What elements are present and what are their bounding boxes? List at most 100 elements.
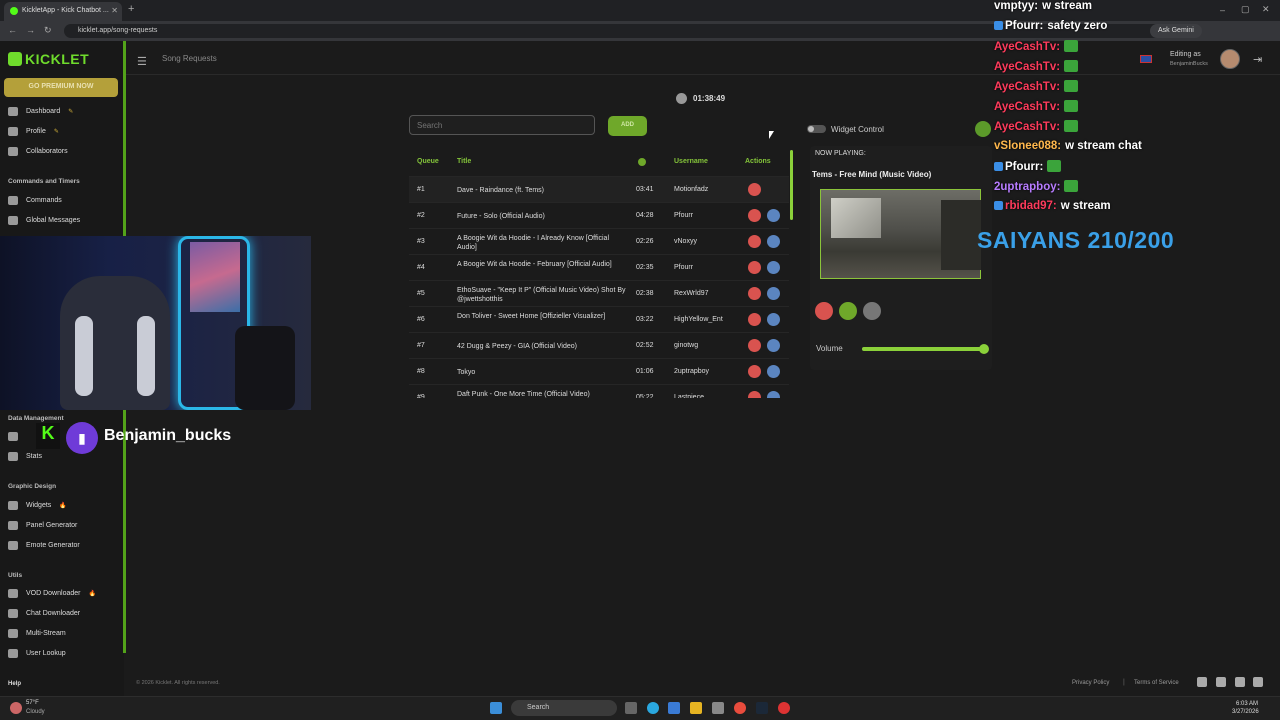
requester-username: 2uptrapboy [674, 368, 710, 375]
move-up-button[interactable] [767, 365, 780, 378]
sidebar-item-collaborators[interactable]: Collaborators [8, 147, 68, 156]
sidebar-item-multi-stream[interactable]: Multi-Stream [8, 629, 66, 638]
refresh-icon[interactable] [975, 121, 991, 137]
volume-fill [862, 347, 984, 351]
sidebar-item-emote-generator[interactable]: Emote Generator [8, 541, 80, 550]
start-icon[interactable] [490, 702, 502, 714]
pause-button[interactable] [863, 302, 881, 320]
song-duration: 05:22 [636, 394, 654, 398]
widget-control-toggle[interactable] [807, 125, 826, 133]
volume-slider[interactable] [862, 347, 986, 351]
footer-divider: | [1123, 679, 1125, 686]
table-row[interactable]: #3 A Boogie Wit da Hoodie - I Already Kno… [409, 228, 789, 254]
docs-icon[interactable] [1253, 677, 1263, 687]
delete-button[interactable] [748, 391, 761, 398]
avatar[interactable] [1220, 49, 1240, 69]
weather-icon[interactable] [10, 702, 22, 714]
go-premium-button[interactable]: GO PREMIUM NOW [4, 78, 118, 97]
taskbar-search[interactable]: Search [511, 700, 617, 716]
ask-gemini-button[interactable]: Ask Gemini [1150, 24, 1202, 38]
now-playing-song: Tems - Free Mind (Music Video) [812, 170, 932, 179]
table-scrollbar[interactable] [790, 150, 793, 220]
move-up-button[interactable] [767, 261, 780, 274]
sidebar-item-chat-downloader[interactable]: Chat Downloader [8, 609, 80, 618]
new-tab-icon[interactable]: + [128, 3, 134, 15]
move-up-button[interactable] [767, 209, 780, 222]
copilot-icon[interactable] [668, 702, 680, 714]
forward-icon[interactable]: → [26, 25, 35, 35]
steam-icon[interactable] [756, 702, 768, 714]
help-link[interactable]: Help [8, 681, 21, 687]
edge-icon[interactable] [647, 702, 659, 714]
discord-icon[interactable] [1197, 677, 1207, 687]
delete-button[interactable] [748, 313, 761, 326]
privacy-policy-link[interactable]: Privacy Policy [1072, 680, 1109, 686]
table-row[interactable]: #7 42 Dugg & Peezy - GIA (Official Video)… [409, 332, 789, 358]
settings-icon[interactable] [712, 702, 724, 714]
song-duration: 02:26 [636, 238, 654, 245]
sidebar-item-link[interactable] [8, 432, 18, 441]
back-icon[interactable]: ← [8, 25, 17, 35]
kick-icon[interactable] [1216, 677, 1226, 687]
task-view-icon[interactable] [625, 702, 637, 714]
uk-flag-icon[interactable] [1140, 55, 1152, 63]
table-row[interactable]: #2 Future - Solo (Official Audio) 04:28 Pfo… [409, 202, 789, 228]
mouse-cursor [769, 131, 774, 139]
search-input[interactable] [409, 115, 595, 135]
delete-button[interactable] [748, 235, 761, 248]
weather-temp: 57°F [26, 700, 39, 706]
sidebar-item-global-messages[interactable]: Global Messages [8, 216, 80, 225]
table-row[interactable]: #1 Dave - Raindance (ft. Tems) 03:41 Motion… [409, 176, 789, 202]
volume-handle[interactable] [979, 344, 989, 354]
kicklet-logo[interactable]: KICKLET [8, 51, 89, 67]
reload-icon[interactable]: ↻ [44, 25, 52, 36]
stop-button[interactable] [815, 302, 833, 320]
minimize-icon[interactable]: – [1220, 5, 1225, 15]
table-row[interactable]: #6 Don Toliver - Sweet Home [Offizieller … [409, 306, 789, 332]
x-icon[interactable] [1235, 677, 1245, 687]
sidebar-item-user-lookup[interactable]: User Lookup [8, 649, 66, 658]
move-up-button[interactable] [767, 287, 780, 300]
queue-position: #1 [417, 186, 425, 193]
sidebar-item-stats[interactable]: Stats [8, 452, 42, 461]
move-up-button[interactable] [767, 339, 780, 352]
terms-link[interactable]: Terms of Service [1134, 680, 1179, 686]
song-request-table: #1 Dave - Raindance (ft. Tems) 03:41 Motion… [409, 176, 789, 398]
menu-toggle-icon[interactable]: ☰ [137, 55, 147, 68]
move-up-button[interactable] [767, 235, 780, 248]
add-button[interactable]: ADD [608, 116, 647, 136]
requester-username: HighYellow_Ent [674, 316, 723, 323]
file-explorer-icon[interactable] [690, 702, 702, 714]
sidebar-item-dashboard[interactable]: Dashboard ✎ [8, 107, 73, 116]
move-up-button[interactable] [767, 313, 780, 326]
move-up-button[interactable] [767, 391, 780, 398]
delete-button[interactable] [748, 261, 761, 274]
play-button[interactable] [839, 302, 857, 320]
song-title: A Boogie Wit da Hoodie - I Already Know … [457, 235, 610, 251]
table-row[interactable]: #8 Tokyo 01:06 2uptrapboy [409, 358, 789, 384]
delete-button[interactable] [748, 339, 761, 352]
logout-icon[interactable]: ⇥ [1253, 53, 1262, 66]
sidebar-item-profile[interactable]: Profile ✎ [8, 127, 59, 136]
delete-button[interactable] [748, 365, 761, 378]
sidebar-item-panel-generator[interactable]: Panel Generator [8, 521, 77, 530]
delete-button[interactable] [748, 287, 761, 300]
monitor-icon [8, 629, 18, 638]
song-title: A Boogie Wit da Hoodie - February [Offic… [457, 261, 612, 268]
sidebar-item-commands[interactable]: Commands [8, 196, 62, 205]
obs-icon[interactable] [778, 702, 790, 714]
close-window-icon[interactable]: ✕ [1262, 4, 1270, 15]
delete-button[interactable] [748, 183, 761, 196]
goal-overlay: SAIYANS 210/200 [977, 227, 1175, 253]
sidebar-item-widgets[interactable]: Widgets 🔥 [8, 501, 67, 510]
close-tab-icon[interactable]: ✕ [111, 6, 118, 15]
maximize-icon[interactable]: ▢ [1241, 4, 1250, 15]
sidebar-item-vod-downloader[interactable]: VOD Downloader 🔥 [8, 589, 96, 598]
widgets-icon [8, 501, 18, 510]
table-row[interactable]: #4 A Boogie Wit da Hoodie - February [Off… [409, 254, 789, 280]
table-row[interactable]: #5 EthoSuave - "Keep It P" (Official Musi… [409, 280, 789, 306]
chrome-icon[interactable] [734, 702, 746, 714]
table-row[interactable]: #9 Daft Punk - One More Time (Official Vi… [409, 384, 789, 398]
delete-button[interactable] [748, 209, 761, 222]
browser-tab[interactable]: KickletApp - Kick Chatbot ... ✕ [4, 2, 122, 21]
